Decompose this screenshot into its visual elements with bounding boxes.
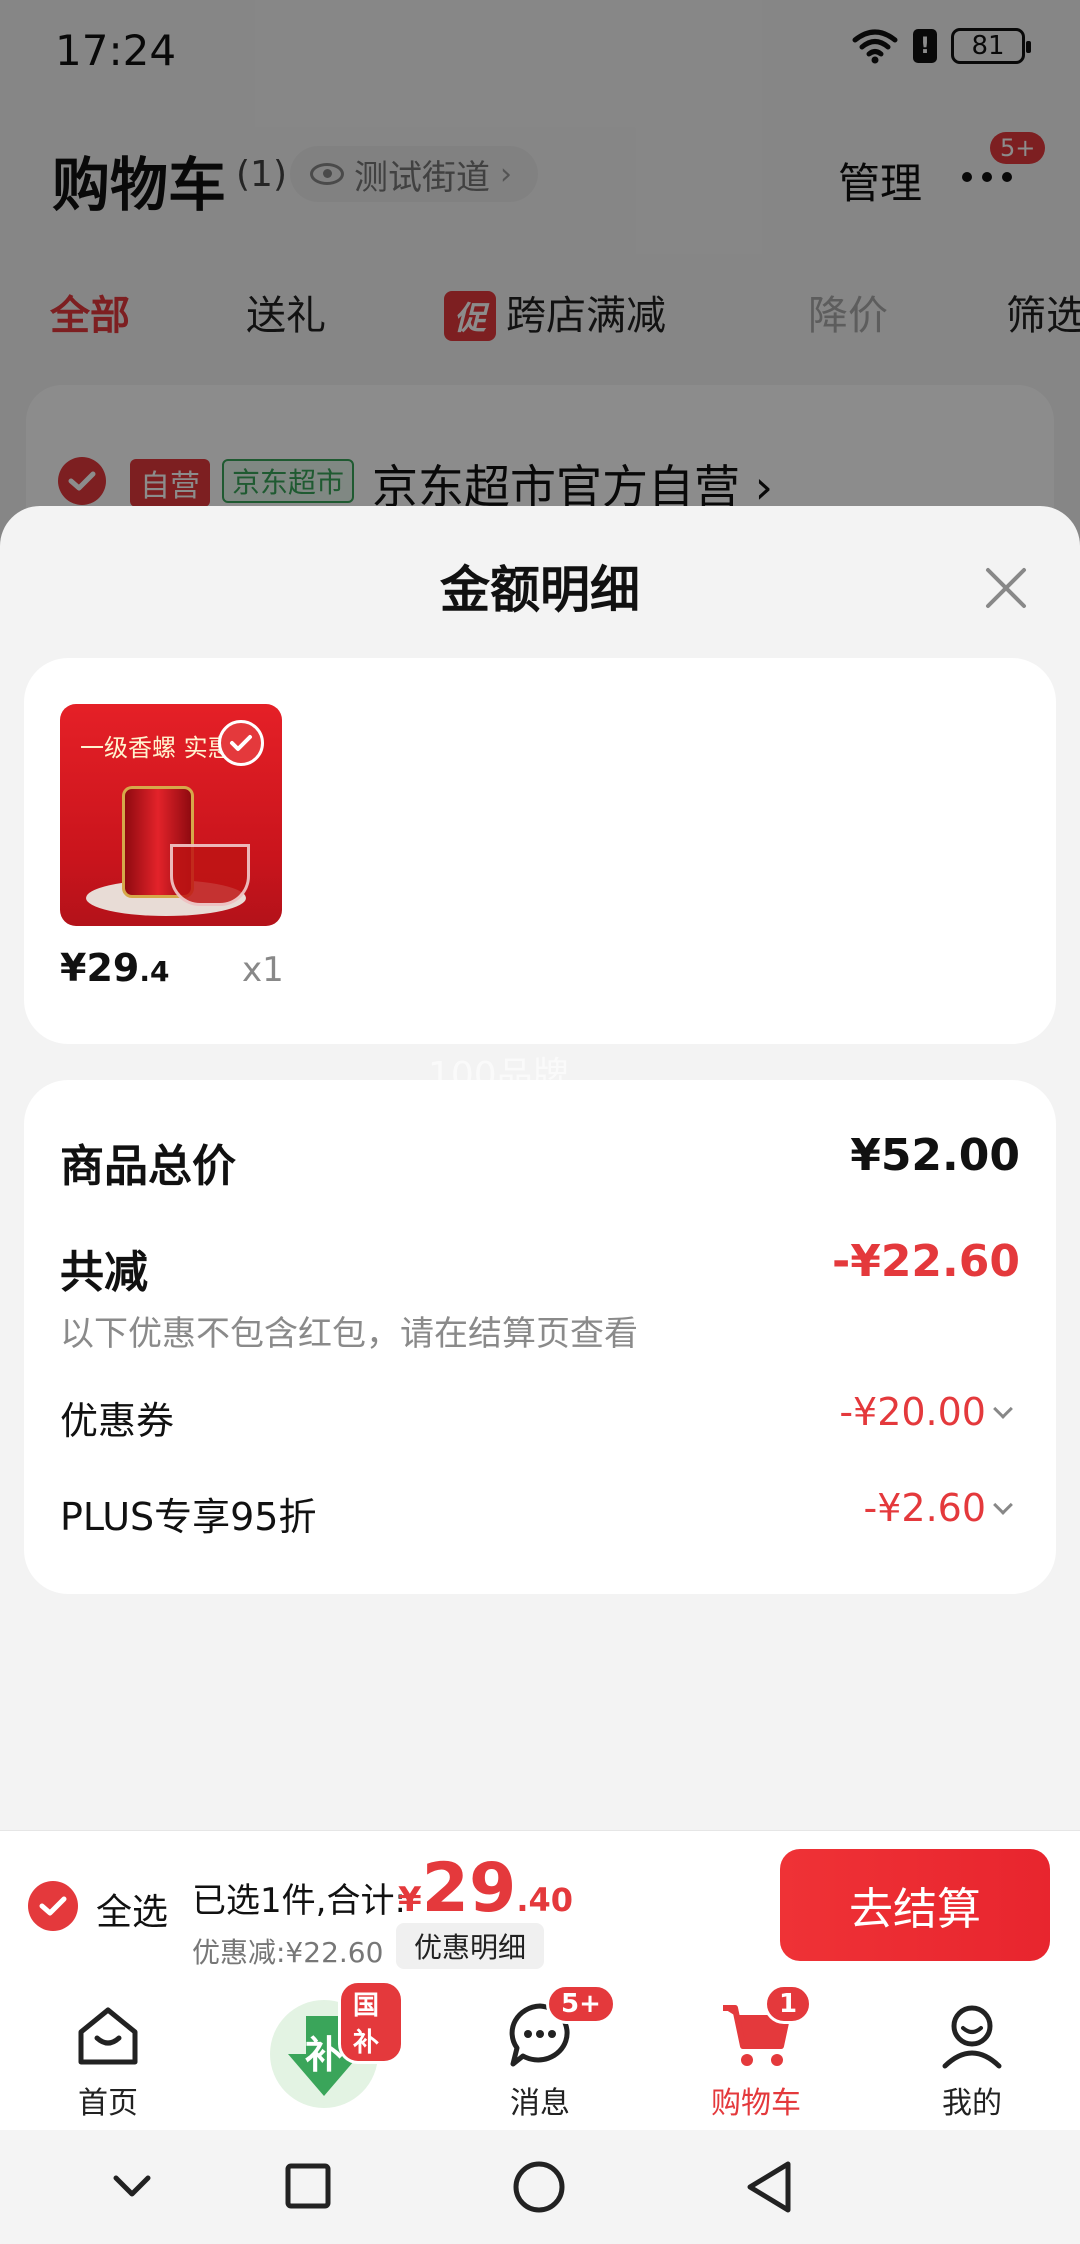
plus-discount-label: PLUS专享95折	[60, 1495, 317, 1539]
total-int: 29	[421, 1849, 517, 1928]
chevron-down-icon[interactable]	[108, 2168, 156, 2204]
tab-home[interactable]: 首页	[28, 1980, 188, 2130]
tab-cart-label: 购物车	[711, 2086, 801, 2121]
total-price-value: ¥52.00	[850, 1130, 1020, 1181]
checkout-bar: 全选 已选1件,合计: ¥29.40 优惠减:¥22.60 优惠明细 去结算	[0, 1830, 1080, 1980]
amount-detail-sheet: 金额明细 一级香螺 实惠 ¥29.4 x1 100品牌 商品总价 ¥52.00 …	[0, 506, 1080, 1832]
coupon-row[interactable]: -¥20.00	[839, 1390, 1013, 1434]
cart-badge: 1	[764, 1984, 813, 2024]
total-dec: .40	[516, 1881, 573, 1919]
item-price-dec: .4	[139, 955, 170, 988]
tab-cart[interactable]: 购物车 1	[676, 1980, 836, 2130]
goods-card: 一级香螺 实惠 ¥29.4 x1	[24, 658, 1056, 1044]
reduce-note: 以下优惠不包含红包，请在结算页查看	[60, 1314, 638, 1354]
selected-count-text: 已选1件,合计:	[192, 1881, 406, 1921]
item-price-int: ¥29	[60, 946, 140, 990]
subsidy-badge: 国补	[338, 1980, 404, 2064]
check-icon	[39, 1896, 67, 1916]
product-image[interactable]: 一级香螺 实惠	[60, 704, 282, 926]
select-all-label[interactable]: 全选	[96, 1883, 168, 1935]
discount-text: 优惠减:¥22.60	[192, 1936, 384, 1969]
home-circle-icon[interactable]	[512, 2160, 566, 2214]
coupon-value: -¥20.00	[839, 1390, 986, 1434]
sheet-title: 金额明细	[440, 561, 640, 619]
chevron-down-icon	[993, 1495, 1013, 1515]
chevron-down-icon	[993, 1399, 1013, 1419]
total-reduce-label: 共减	[60, 1247, 148, 1298]
recent-apps-icon[interactable]	[284, 2162, 332, 2210]
total-price: ¥29.40	[398, 1849, 573, 1928]
price-summary-card: 商品总价 ¥52.00 共减 -¥22.60 以下优惠不包含红包，请在结算页查看…	[24, 1080, 1056, 1594]
tab-messages[interactable]: 消息 5+	[460, 1980, 620, 2130]
close-icon[interactable]	[974, 556, 1038, 620]
messages-badge: 5+	[546, 1984, 616, 2024]
total-price-label: 商品总价	[60, 1141, 236, 1192]
item-price: ¥29.4	[60, 946, 169, 990]
item-quantity: x1	[242, 950, 284, 990]
system-nav-bar	[0, 2130, 1080, 2244]
bottom-tab-bar: 首页 补 国补 消息 5+ 购物车 1 我的	[0, 1980, 1080, 2130]
select-all-checkbox[interactable]	[28, 1881, 78, 1931]
total-reduce-value: -¥22.60	[831, 1236, 1020, 1287]
item-checked-icon	[218, 720, 264, 766]
plus-discount-value: -¥2.60	[863, 1486, 987, 1530]
checkout-button[interactable]: 去结算	[780, 1849, 1050, 1961]
check-icon	[230, 735, 252, 751]
tab-messages-label: 消息	[510, 2086, 570, 2121]
tab-subsidy[interactable]: 补 国补	[244, 1980, 404, 2130]
product-image-text: 一级香螺 实惠	[80, 734, 232, 762]
plus-discount-row[interactable]: -¥2.60	[863, 1486, 1013, 1530]
tea-cup	[170, 844, 250, 906]
tab-mine-label: 我的	[942, 2086, 1002, 2121]
total-currency: ¥	[398, 1880, 422, 1920]
discount-detail-button[interactable]: 优惠明细	[396, 1923, 545, 1969]
coupon-label: 优惠券	[60, 1399, 175, 1443]
home-icon	[78, 2007, 138, 2065]
profile-icon	[942, 2005, 1002, 2069]
tab-home-label: 首页	[78, 2086, 138, 2121]
back-icon[interactable]	[744, 2160, 794, 2214]
tab-mine[interactable]: 我的	[892, 1980, 1052, 2130]
